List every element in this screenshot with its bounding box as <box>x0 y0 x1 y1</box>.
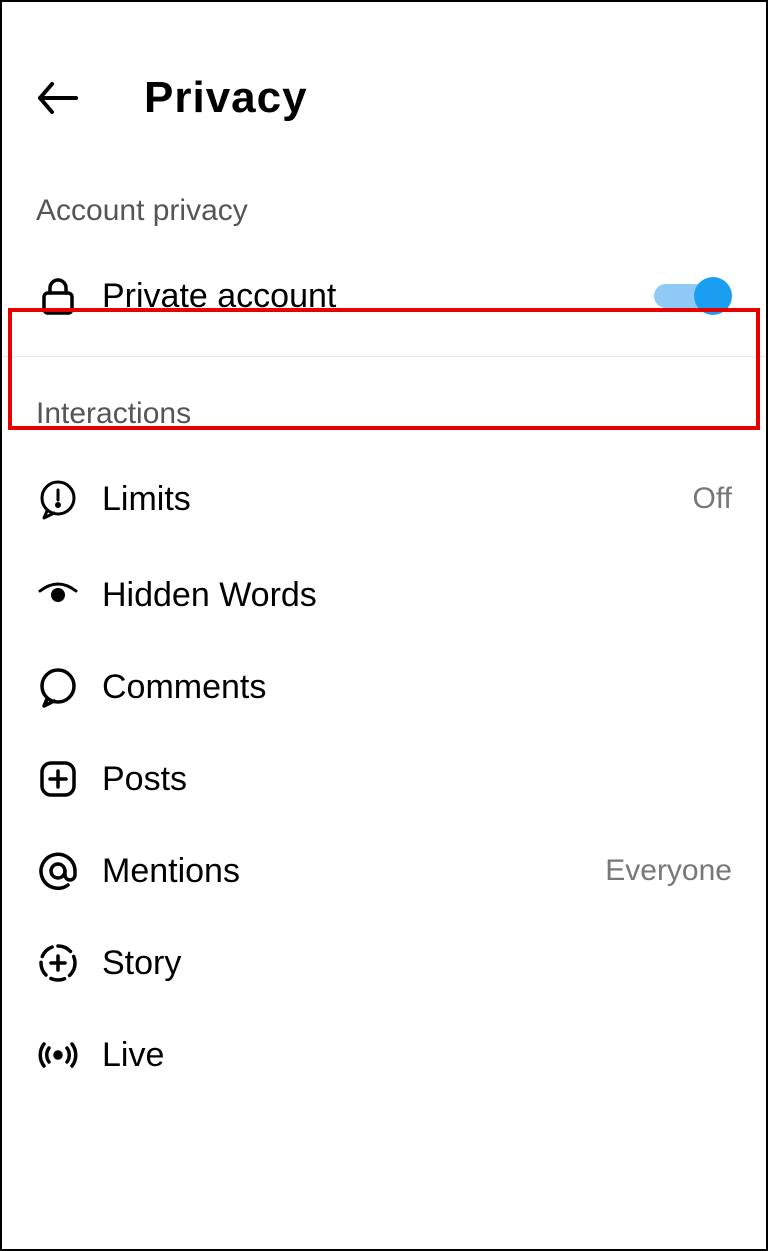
back-button[interactable] <box>32 72 84 124</box>
eye-hidden-icon <box>36 573 80 617</box>
private-account-label: Private account <box>102 277 654 316</box>
posts-label: Posts <box>102 760 732 799</box>
page-title: Privacy <box>144 73 308 123</box>
alert-bubble-icon <box>36 477 80 521</box>
section-interactions: Interactions <box>2 357 766 449</box>
lock-icon <box>36 274 80 318</box>
private-account-toggle[interactable] <box>654 277 732 315</box>
plus-square-icon <box>36 757 80 801</box>
row-mentions[interactable]: Mentions Everyone <box>2 825 766 917</box>
row-limits[interactable]: Limits Off <box>2 449 766 549</box>
limits-value: Off <box>693 482 732 516</box>
comments-label: Comments <box>102 668 732 707</box>
row-comments[interactable]: Comments <box>2 641 766 733</box>
live-broadcast-icon <box>36 1033 80 1077</box>
mentions-value: Everyone <box>605 854 732 888</box>
story-plus-icon <box>36 941 80 985</box>
limits-label: Limits <box>102 480 693 519</box>
section-account-privacy: Account privacy <box>2 174 766 246</box>
at-icon <box>36 849 80 893</box>
arrow-left-icon <box>34 74 82 122</box>
row-live[interactable]: Live <box>2 1009 766 1101</box>
mentions-label: Mentions <box>102 852 605 891</box>
row-story[interactable]: Story <box>2 917 766 1009</box>
header-bar: Privacy <box>2 2 766 174</box>
story-label: Story <box>102 944 732 983</box>
hidden-words-label: Hidden Words <box>102 576 732 615</box>
comment-icon <box>36 665 80 709</box>
row-hidden-words[interactable]: Hidden Words <box>2 549 766 641</box>
row-posts[interactable]: Posts <box>2 733 766 825</box>
live-label: Live <box>102 1036 732 1075</box>
row-private-account[interactable]: Private account <box>2 246 766 346</box>
